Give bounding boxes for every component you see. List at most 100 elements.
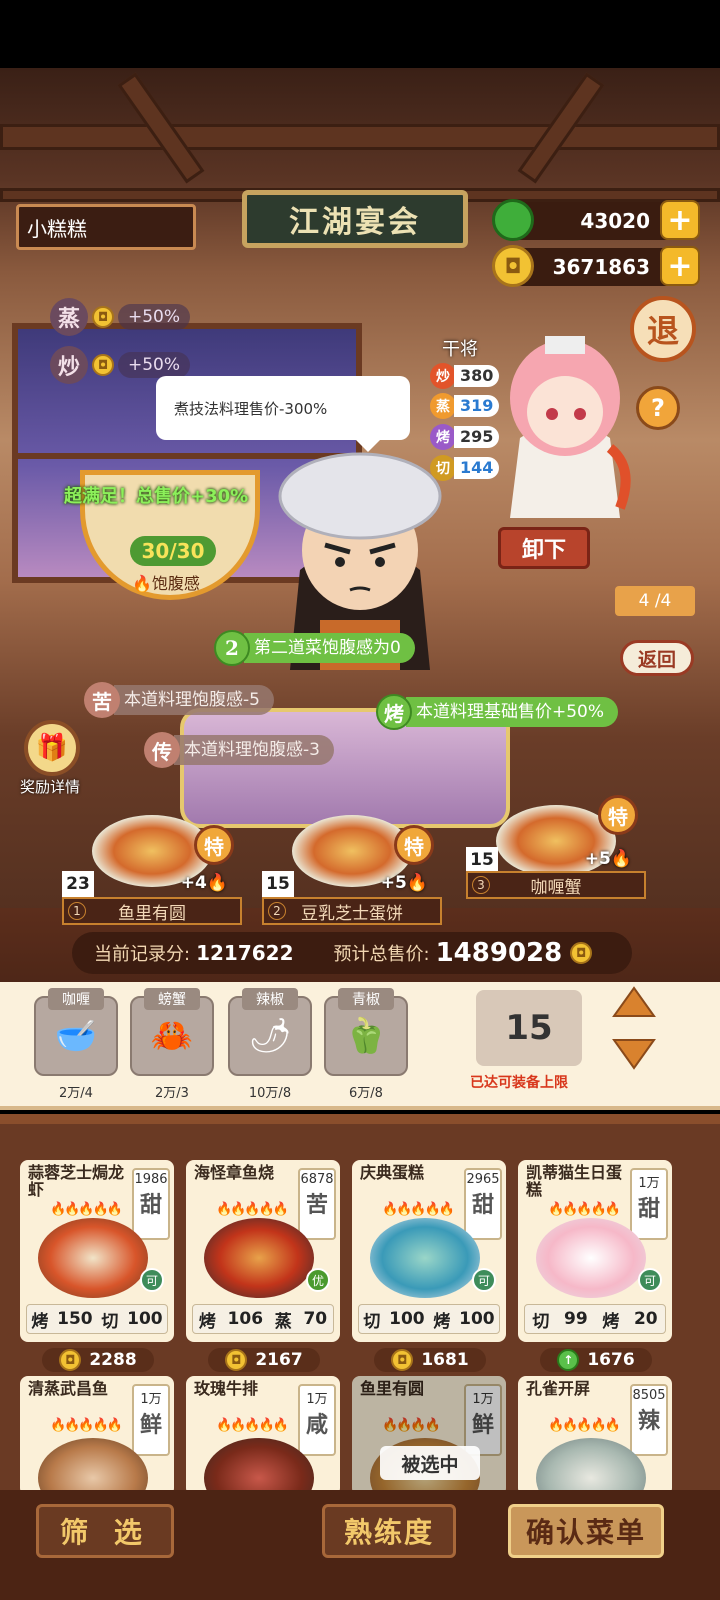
effect-text: 本道料理饱腹感-3 [174, 735, 334, 765]
dish-count: 15 [262, 871, 294, 897]
banquet-title: 江湖宴会 [242, 190, 468, 248]
effect-text: 本道料理基础售价+50% [406, 697, 619, 727]
price-tag: 1986 甜 [132, 1168, 170, 1240]
arrow-up-icon[interactable] [612, 986, 656, 1020]
ingredient-chili[interactable]: 辣椒 🌶 10万/8 [228, 988, 312, 1101]
chef-name: 干将 [442, 339, 478, 360]
dish-slot-2[interactable]: 特 15 +5🔥 2 豆乳芝士蛋饼 [262, 815, 442, 925]
special-badge: 特 [394, 825, 434, 865]
stirfry-icon: 炒 [430, 363, 456, 389]
effect-roast: 烤 本道料理基础售价+50% [376, 694, 619, 730]
filter-button[interactable]: 筛 选 [36, 1504, 174, 1558]
slot-label: 3 咖喱蟹 [466, 871, 646, 899]
sell-price: ◘ 2167 [208, 1348, 320, 1372]
rarity-flames: 🔥🔥🔥🔥🔥 [548, 1202, 621, 1217]
effect-second-dish: 2 第二道菜饱腹感为0 [214, 630, 415, 666]
rarity-flames: 🔥🔥🔥🔥🔥 [50, 1418, 123, 1433]
skill-requirements: 烤 106 蒸 70 [192, 1304, 334, 1334]
fullness-count: 30/30 [130, 536, 216, 566]
price-tag: 6878 苦 [298, 1168, 336, 1240]
arrow-down-icon[interactable] [612, 1036, 656, 1070]
selected-label: 被选中 [380, 1446, 480, 1480]
dish-image [38, 1218, 148, 1298]
flame-icon: 🔥 [610, 849, 632, 869]
legend-icon: 传 [144, 732, 180, 768]
ingredient-name: 咖喱 [48, 988, 104, 1010]
dish-card-selected[interactable]: 鱼里有圆 1万鲜 🔥🔥🔥🔥 被选中 [352, 1376, 506, 1496]
page-indicator: 4 /4 [615, 586, 695, 616]
status-badge: 优 [306, 1268, 330, 1292]
effect-legend: 传 本道料理饱腹感-3 [144, 732, 334, 768]
gold-value: 3671863 [552, 255, 650, 279]
dish-card[interactable]: 凯蒂猫生日蛋糕 1万甜 🔥🔥🔥🔥🔥 可 切 99 烤 20 [518, 1160, 672, 1342]
special-badge: 特 [194, 825, 234, 865]
price-tag: 1万甜 [630, 1168, 668, 1240]
arrow-up-icon: ↑ [557, 1349, 580, 1371]
ingredient-qty: 2万/4 [59, 1086, 93, 1101]
dish-count: 23 [62, 871, 94, 897]
ingredient-curry[interactable]: 咖喱 🥣 2万/4 [34, 988, 118, 1101]
buff-steam: 蒸 ◘ +50% [50, 298, 191, 336]
fullness-label: 🔥饱腹感 [132, 574, 200, 593]
effect-bitter: 苦 本道料理饱腹感-5 [84, 682, 274, 718]
mastery-button[interactable]: 熟练度 [322, 1504, 456, 1558]
bottom-bar: 筛 选 熟练度 确认菜单 [0, 1490, 720, 1600]
record-label: 当前记录分: [94, 944, 191, 965]
dish-card[interactable]: 玫瑰牛排 1万咸 🔥🔥🔥🔥🔥 [186, 1376, 340, 1496]
reward-details-button[interactable]: 🎁 奖励详情 [20, 720, 84, 797]
fullness-bonus: +5🔥 [380, 873, 428, 893]
add-gold-button[interactable]: + [660, 246, 700, 286]
dish-card[interactable]: 清蒸武昌鱼 1万鲜 🔥🔥🔥🔥🔥 [20, 1376, 174, 1496]
player-name: 小糕糕 [16, 204, 196, 250]
fullness-bonus: +4🔥 [180, 873, 228, 893]
gold-coin-icon: ◘ [492, 245, 534, 287]
slot-label: 2 豆乳芝士蛋饼 [262, 897, 442, 925]
dish-card[interactable]: 蒜蓉芝士焗龙虾 1986 甜 🔥🔥🔥🔥🔥 可 烤 150 切 100 [20, 1160, 174, 1342]
game-screen: 小糕糕 江湖宴会 43020 + ◘ 3671863 + 退 ? 蒸 ◘ +50… [0, 0, 720, 1600]
roast-icon: 烤 [430, 424, 456, 450]
back-button[interactable]: 返回 [620, 640, 694, 676]
skill-requirements: 烤 150 切 100 [26, 1304, 168, 1334]
dish-card[interactable]: 海怪章鱼烧 6878 苦 🔥🔥🔥🔥🔥 优 烤 106 蒸 70 [186, 1160, 340, 1342]
dish-name: 凯蒂猫生日蛋糕 [526, 1163, 623, 1199]
status-badge: 可 [472, 1268, 496, 1292]
satisfaction-text: 超满足！总售价+30% [64, 486, 249, 507]
special-badge: 特 [598, 795, 638, 835]
price-tag: 2965 甜 [464, 1168, 502, 1240]
buff-value: +50% [118, 352, 191, 378]
dish-grid: 蒜蓉芝士焗龙虾 1986 甜 🔥🔥🔥🔥🔥 可 烤 150 切 100 ◘ 2288 海怪章… [0, 1114, 720, 1496]
record-value: 1217622 [196, 941, 294, 965]
help-button[interactable]: ? [636, 386, 680, 430]
dish-slot-3[interactable]: 特 15 +5🔥 3 咖喱蟹 [466, 795, 646, 915]
dish-card[interactable]: 孔雀开屏 8505 辣 🔥🔥🔥🔥🔥 [518, 1376, 672, 1496]
confirm-menu-button[interactable]: 确认菜单 [508, 1504, 664, 1558]
skill-requirements: 切 100 烤 100 [358, 1304, 500, 1334]
roof-beam [0, 124, 720, 150]
rarity-flames: 🔥🔥🔥🔥🔥 [216, 1202, 289, 1217]
skill-requirements: 切 99 烤 20 [524, 1304, 666, 1334]
dish-slot-1[interactable]: 特 23 +4🔥 1 鱼里有圆 [62, 815, 242, 925]
ingredient-name: 辣椒 [242, 988, 298, 1010]
stirfry-method-icon: 炒 [50, 346, 88, 384]
dish-card[interactable]: 庆典蛋糕 2965 甜 🔥🔥🔥🔥🔥 可 切 100 烤 100 [352, 1160, 506, 1342]
number-two-icon: 2 [214, 630, 250, 666]
ingredient-name: 螃蟹 [144, 988, 200, 1010]
roast-icon: 烤 [376, 694, 412, 730]
coin-icon: ◘ [59, 1349, 82, 1371]
coin-icon: ◘ [225, 1349, 248, 1371]
rarity-flames: 🔥🔥🔥🔥🔥 [50, 1202, 123, 1217]
coin-icon: ◘ [391, 1349, 414, 1371]
coin-icon: ◘ [92, 306, 114, 328]
rarity-flames: 🔥🔥🔥🔥🔥 [216, 1418, 289, 1433]
ingredient-green-pepper[interactable]: 青椒 🫑 6万/8 [324, 988, 408, 1101]
ingredient-panel: 咖喱 🥣 2万/4 螃蟹 🦀 2万/3 辣椒 🌶 10万/8 青椒 🫑 6万/8… [0, 982, 720, 1110]
flame-icon: 🔥 [206, 873, 228, 893]
status-badge: 可 [638, 1268, 662, 1292]
jade-icon [492, 199, 534, 241]
effect-text: 第二道菜饱腹感为0 [244, 633, 415, 663]
ingredient-crab[interactable]: 螃蟹 🦀 2万/3 [130, 988, 214, 1101]
dish-name: 玫瑰牛排 [194, 1379, 259, 1398]
dish-image [536, 1218, 646, 1298]
add-jade-button[interactable]: + [660, 200, 700, 240]
unload-button[interactable]: 卸下 [498, 527, 590, 569]
